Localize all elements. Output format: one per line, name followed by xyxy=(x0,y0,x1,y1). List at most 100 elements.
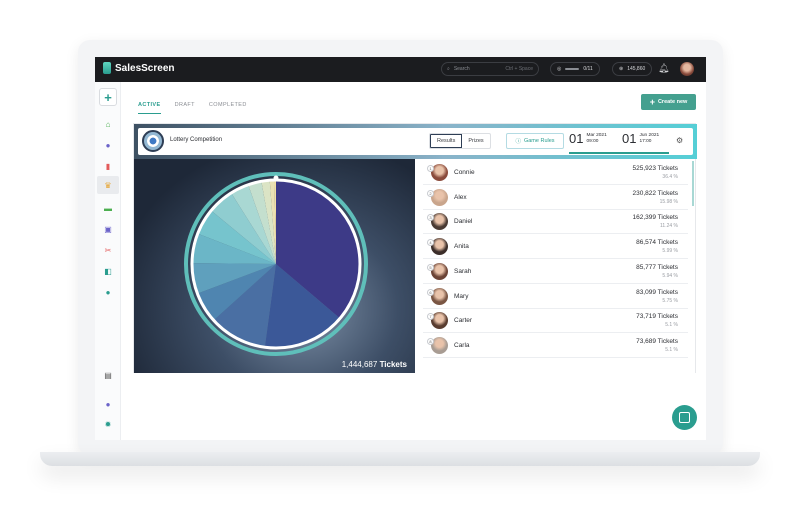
participant-percentage: 36.4 % xyxy=(662,174,678,180)
results-scrollbar[interactable] xyxy=(692,161,694,206)
participant-row[interactable]: 4 Anita 86,574 Tickets 5.99 % xyxy=(423,235,688,260)
create-new-label: Create new xyxy=(657,99,688,105)
participant-tickets: 162,399 Tickets xyxy=(632,214,678,222)
view-toggle: Results Prizes xyxy=(429,133,491,149)
participant-percentage: 11.24 % xyxy=(660,223,678,230)
search-input[interactable]: ⌕ Search Ctrl + Space xyxy=(441,62,539,76)
progress-count: 0/11 xyxy=(583,66,593,72)
start-month-year: Mar 2021 xyxy=(586,132,607,138)
participant-percentage: 5.99 % xyxy=(662,248,678,255)
results-list: 1 Connie 525,923 Tickets 36.4 % 2 Alex 230,822… xyxy=(415,159,695,373)
participant-percentage: 5.94 % xyxy=(662,272,678,279)
participant-row[interactable]: 6 Mary 83,099 Tickets 5.75 % xyxy=(423,285,688,309)
competition-header: Lottery Competition Results Prizes ⓘ Gam… xyxy=(134,124,697,159)
gear-icon[interactable]: ✹ xyxy=(102,418,114,430)
coin-icon: ⊛ xyxy=(619,66,624,72)
tab-active[interactable]: ACTIVE xyxy=(138,102,161,114)
app-logo[interactable]: SalesScreen xyxy=(103,62,175,74)
results-toggle-button[interactable]: Results xyxy=(430,134,463,148)
logo-icon xyxy=(103,62,111,74)
top-bar: SalesScreen ⌕ Search Ctrl + Space ◎ 0/11… xyxy=(95,57,706,82)
bell-icon[interactable]: 🔔︎ xyxy=(658,63,669,75)
participant-row[interactable]: 2 Alex 230,822 Tickets 15.98 % xyxy=(423,186,688,210)
participant-row[interactable]: 5 Sarah 85,777 Tickets 5.94 % xyxy=(423,260,688,284)
rank-badge: 6 xyxy=(427,288,434,296)
participant-tickets: 86,574 Tickets xyxy=(636,239,678,247)
participant-tickets: 73,689 Tickets xyxy=(636,337,678,345)
rank-badge: 8 xyxy=(427,337,434,345)
participant-percentage: 5.1 % xyxy=(665,322,678,329)
trophy-icon[interactable]: ♛ xyxy=(102,179,114,191)
participant-name: Mary xyxy=(454,292,469,300)
search-shortcut-hint: Ctrl + Space xyxy=(505,66,533,72)
points-pill[interactable]: ⊛ 145,860 xyxy=(612,62,653,76)
date-progress-line xyxy=(569,152,669,154)
participant-tickets: 85,777 Tickets xyxy=(636,263,678,271)
lightbulb-icon[interactable]: ● xyxy=(102,286,114,298)
competition-title: Lottery Competition xyxy=(170,137,223,143)
participant-percentage: 15.98 % xyxy=(659,198,678,205)
search-placeholder: Search xyxy=(453,66,470,72)
start-date: 01 Mar 2021 09:00 xyxy=(569,131,607,146)
participant-name: Daniel xyxy=(454,218,473,226)
participant-name: Anita xyxy=(454,243,469,251)
search-icon: ⌕ xyxy=(447,66,450,72)
points-value: 145,860 xyxy=(627,66,646,72)
app-name: SalesScreen xyxy=(115,62,175,74)
start-time: 09:00 xyxy=(586,138,599,144)
prizes-toggle-button[interactable]: Prizes xyxy=(462,134,489,148)
end-date: 01 Jun 2021 17:00 xyxy=(622,131,659,146)
lottery-icon xyxy=(142,130,164,152)
app-window: SalesScreen ⌕ Search Ctrl + Space ◎ 0/11… xyxy=(95,57,706,440)
end-time: 17:00 xyxy=(639,138,652,144)
create-new-button[interactable]: + Create new xyxy=(641,94,696,110)
game-rules-label: Game Rules xyxy=(523,138,555,144)
report-icon[interactable]: ▤ xyxy=(102,369,114,381)
user-avatar[interactable] xyxy=(680,62,694,76)
chat-button[interactable] xyxy=(672,405,697,430)
ticket-icon[interactable]: ▬ xyxy=(102,202,114,214)
progress-pill[interactable]: ◎ 0/11 xyxy=(550,62,600,76)
progress-bar xyxy=(565,68,580,70)
participant-name: Connie xyxy=(454,169,475,176)
chat-icon xyxy=(679,412,690,423)
tab-completed[interactable]: COMPLETED xyxy=(209,102,247,114)
participant-row[interactable]: 7 Carter 73,719 Tickets 5.1 % xyxy=(423,309,688,334)
rank-badge: 2 xyxy=(427,189,434,197)
target-icon: ◎ xyxy=(557,66,562,72)
competition-header-panel: Lottery Competition Results Prizes ⓘ Gam… xyxy=(138,128,693,155)
help-icon[interactable]: ● xyxy=(102,398,114,410)
plus-icon: + xyxy=(649,97,655,107)
participant-tickets: 525,923 Tickets xyxy=(632,165,678,172)
lottery-wheel-area: 1,444,687 Tickets xyxy=(134,159,415,373)
cards-icon[interactable]: ◧ xyxy=(102,265,114,277)
participant-tickets: 83,099 Tickets xyxy=(636,288,678,296)
participant-name: Alex xyxy=(454,193,467,201)
end-month-year: Jun 2021 xyxy=(639,132,660,138)
settings-gear-icon[interactable]: ⚙ xyxy=(676,136,683,145)
participant-row[interactable]: 3 Daniel 162,399 Tickets 11.24 % xyxy=(423,210,688,235)
wheel-pointer xyxy=(273,175,279,181)
participant-tickets: 73,719 Tickets xyxy=(636,313,678,321)
participant-row[interactable]: 8 Carla 73,689 Tickets 5.1 % xyxy=(423,334,688,358)
scissors-icon[interactable]: ✂ xyxy=(102,244,114,256)
plus-icon[interactable]: + xyxy=(99,88,117,106)
home-icon[interactable]: ⌂ xyxy=(102,118,114,130)
laptop-base xyxy=(40,452,760,466)
tab-draft[interactable]: DRAFT xyxy=(175,102,195,114)
competition-card: Lottery Competition Results Prizes ⓘ Gam… xyxy=(133,123,697,373)
lottery-wheel xyxy=(184,172,368,356)
participant-percentage: 5.75 % xyxy=(662,297,678,304)
bar-chart-icon[interactable]: ▮ xyxy=(102,160,114,172)
gift-icon[interactable]: ▣ xyxy=(102,223,114,235)
participant-row[interactable]: 1 Connie 525,923 Tickets 36.4 % xyxy=(423,161,688,185)
status-tabs: ACTIVE DRAFT COMPLETED xyxy=(138,102,247,114)
participant-name: Sarah xyxy=(454,267,472,275)
total-tickets-value: 1,444,687 xyxy=(341,360,378,369)
globe-icon[interactable]: ● xyxy=(102,139,114,151)
total-tickets: 1,444,687 Tickets xyxy=(342,360,407,369)
game-rules-button[interactable]: ⓘ Game Rules xyxy=(506,133,564,149)
total-tickets-label: Tickets xyxy=(379,360,407,369)
start-day: 01 xyxy=(569,131,584,146)
participant-percentage: 5.1 % xyxy=(665,346,678,353)
